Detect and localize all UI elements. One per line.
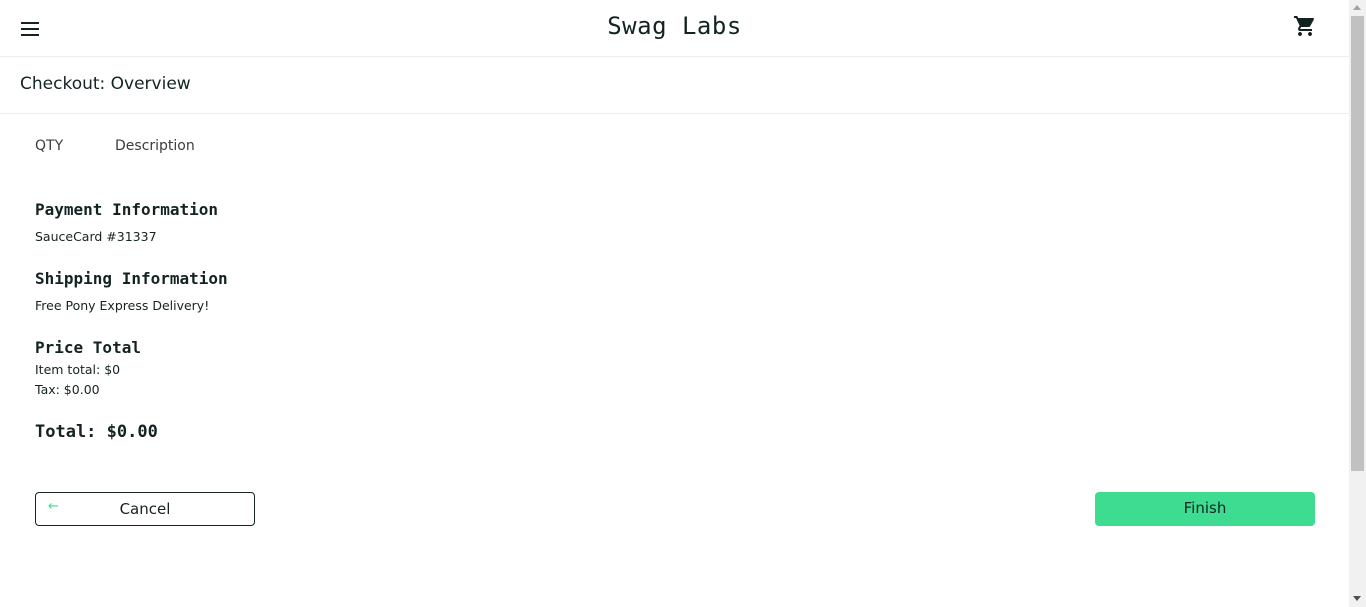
scrollbar-thumb[interactable] <box>1351 16 1364 471</box>
order-total: Total: $0.00 <box>35 422 158 442</box>
cancel-button[interactable]: ← Cancel <box>35 492 255 526</box>
page-title: Checkout: Overview <box>20 74 191 94</box>
tax-amount: Tax: $0.00 <box>35 382 100 397</box>
vertical-scrollbar[interactable] <box>1349 0 1366 607</box>
payment-info-value: SauceCard #31337 <box>35 229 157 244</box>
cancel-button-label: Cancel <box>119 500 171 518</box>
finish-button-label: Finish <box>1183 499 1227 517</box>
app-logo: Swag Labs <box>607 12 742 40</box>
payment-info-label: Payment Information <box>35 200 219 219</box>
item-total: Item total: $0 <box>35 362 121 377</box>
finish-button[interactable]: Finish <box>1095 492 1315 526</box>
description-column-header: Description <box>115 138 195 154</box>
shopping-cart-icon[interactable] <box>1293 14 1317 38</box>
qty-column-header: QTY <box>35 138 64 154</box>
shipping-info-value: Free Pony Express Delivery! <box>35 298 210 313</box>
price-total-label: Price Total <box>35 338 141 357</box>
scroll-up-arrow-icon[interactable] <box>1353 5 1361 10</box>
checkout-overview-page: Swag Labs Checkout: Overview QTY Descrip… <box>0 0 1349 607</box>
app-header: Swag Labs <box>0 0 1349 57</box>
scroll-down-arrow-icon[interactable] <box>1353 596 1361 601</box>
secondary-header: Checkout: Overview <box>0 57 1349 114</box>
shipping-info-label: Shipping Information <box>35 269 228 288</box>
